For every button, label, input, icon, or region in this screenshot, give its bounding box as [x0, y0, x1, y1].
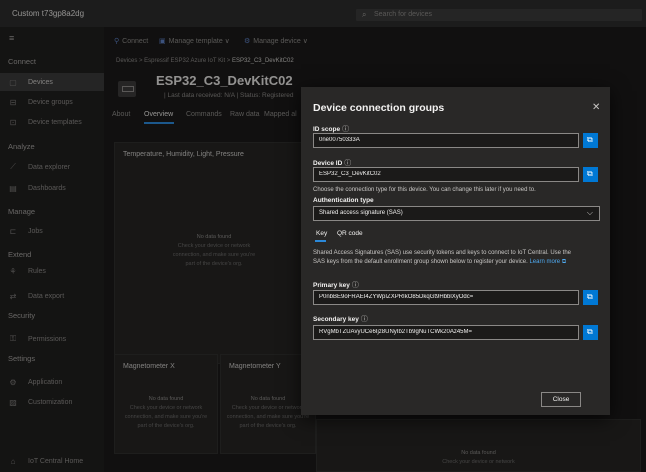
copy-secondary-key-button[interactable]: ⧉: [583, 325, 598, 340]
copy-icon: ⧉: [587, 135, 593, 144]
secondary-key-value: RVgMbTZUAvyUCe6Ijz8UNyIb2Tb9gNuTCWk20Az4…: [319, 329, 472, 335]
dialog-title: Device connection groups: [313, 102, 445, 114]
copy-icon: ⧉: [587, 292, 593, 301]
close-button[interactable]: Close: [541, 392, 581, 407]
info-icon[interactable]: ⓘ: [352, 282, 359, 289]
tab-key[interactable]: Key: [316, 230, 327, 237]
tab-qr-code[interactable]: QR code: [337, 230, 363, 237]
primary-key-value: P0nbBE9oFRAEI4ZYWpIZXPRIkO85DkqGt9HbblXy…: [319, 294, 474, 300]
auth-type-select[interactable]: Shared access signature (SAS) ⌵: [313, 206, 600, 221]
chevron-down-icon: ⌵: [586, 208, 593, 217]
info-icon[interactable]: ⓘ: [361, 316, 368, 323]
auth-type-label: Authentication type: [313, 197, 374, 204]
learn-more-link[interactable]: Learn more: [529, 259, 560, 265]
primary-key-label: Primary key ⓘ: [313, 282, 359, 289]
copy-icon: ⧉: [587, 169, 593, 178]
copy-id-scope-button[interactable]: ⧉: [583, 133, 598, 148]
sas-description: Shared Access Signatures (SAS) use secur…: [313, 250, 572, 265]
id-scope-value: 0ne00750333A: [319, 137, 360, 143]
connection-type-description: Choose the connection type for this devi…: [313, 187, 536, 193]
copy-device-id-button[interactable]: ⧉: [583, 167, 598, 182]
device-id-value: ESP32_C3_DevKitC02: [319, 171, 381, 177]
external-link-icon: ⧉: [561, 259, 567, 265]
auth-type-value: Shared access signature (SAS): [319, 210, 403, 216]
secondary-key-field[interactable]: RVgMbTZUAvyUCe6Ijz8UNyIb2Tb9gNuTCWk20Az4…: [313, 325, 579, 340]
close-icon[interactable]: ✕: [592, 102, 600, 113]
id-scope-field[interactable]: 0ne00750333A: [313, 133, 579, 148]
secondary-key-label: Secondary key ⓘ: [313, 316, 368, 323]
primary-key-field[interactable]: P0nbBE9oFRAEI4ZYWpIZXPRIkO85DkqGt9HbblXy…: [313, 290, 579, 305]
tab-selected-indicator: [315, 240, 326, 242]
info-icon[interactable]: ⓘ: [344, 160, 351, 167]
copy-primary-key-button[interactable]: ⧉: [583, 290, 598, 305]
info-icon[interactable]: ⓘ: [342, 126, 349, 133]
copy-icon: ⧉: [587, 327, 593, 336]
device-id-field[interactable]: ESP32_C3_DevKitC02: [313, 167, 579, 182]
device-connection-dialog: Device connection groups ✕ ID scope ⓘ 0ne…: [301, 87, 610, 415]
